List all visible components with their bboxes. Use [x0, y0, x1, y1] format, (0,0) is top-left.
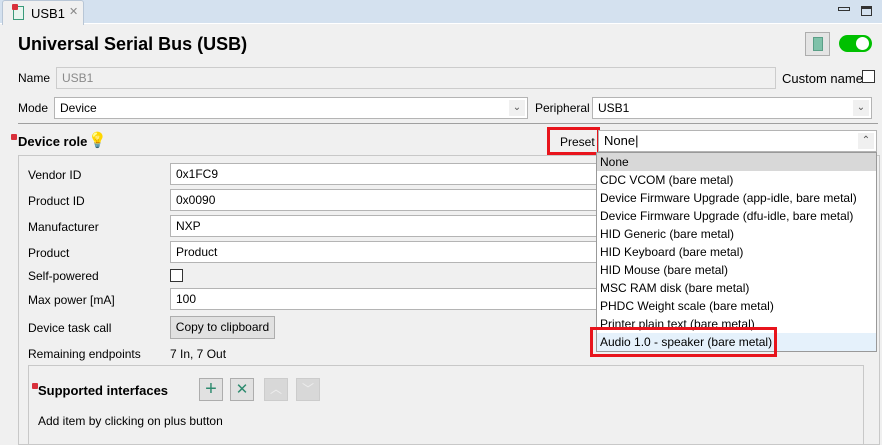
error-icon — [11, 134, 17, 140]
chevron-down-icon: ﹀ — [301, 382, 314, 396]
chevron-up-icon: ︿ — [269, 382, 282, 396]
enable-toggle[interactable] — [839, 35, 872, 52]
divider — [18, 123, 878, 124]
chevron-down-icon: ⌄ — [853, 100, 869, 116]
preset-option[interactable]: HID Keyboard (bare metal) — [597, 243, 876, 261]
name-input[interactable]: USB1 — [56, 67, 776, 89]
preset-option[interactable]: None — [597, 153, 876, 171]
device-role-label: Device role — [18, 134, 88, 149]
move-up-button: ︿ — [264, 378, 288, 401]
interfaces-hint: Add item by clicking on plus button — [38, 414, 223, 428]
mode-select[interactable]: Device ⌄ — [54, 97, 528, 119]
remaining-endpoints-label: Remaining endpoints — [28, 347, 141, 361]
peripheral-label: Peripheral — [535, 101, 590, 115]
manufacturer-input[interactable]: NXP — [170, 215, 610, 237]
preset-option[interactable]: HID Mouse (bare metal) — [597, 261, 876, 279]
preset-label: Preset — [560, 135, 595, 149]
remaining-endpoints-value: 7 In, 7 Out — [170, 347, 227, 361]
preset-value: None — [604, 133, 636, 148]
remove-icon: ✕ — [235, 381, 249, 398]
mode-label: Mode — [18, 101, 49, 115]
preset-option[interactable]: CDC VCOM (bare metal) — [597, 171, 876, 189]
custom-name-label: Custom name — [782, 71, 863, 86]
minimize-icon[interactable] — [838, 7, 850, 11]
supported-interfaces-panel — [28, 365, 864, 445]
highlight-box — [590, 327, 777, 357]
add-interface-button[interactable]: + — [199, 378, 223, 401]
product-id-input[interactable]: 0x0090 — [170, 189, 610, 211]
tab-usb1[interactable]: USB1 ✕ — [2, 0, 84, 25]
preset-combo[interactable]: None| ⌃ — [598, 130, 877, 152]
plus-icon: + — [205, 378, 217, 400]
chevron-down-icon: ⌄ — [509, 100, 525, 116]
supported-interfaces-label: Supported interfaces — [38, 383, 169, 398]
preset-option[interactable]: Device Firmware Upgrade (dfu-idle, bare … — [597, 207, 876, 225]
preset-option[interactable]: HID Generic (bare metal) — [597, 225, 876, 243]
preset-option[interactable]: MSC RAM disk (bare metal) — [597, 279, 876, 297]
mode-value: Device — [60, 101, 97, 115]
editor-tab-bar: USB1 ✕ — [0, 0, 882, 25]
lightbulb-icon[interactable]: 💡 — [88, 131, 107, 149]
custom-name-checkbox[interactable] — [862, 70, 875, 83]
close-icon[interactable]: ✕ — [69, 5, 78, 18]
document-icon — [813, 37, 823, 51]
max-power-input[interactable]: 100 — [170, 288, 610, 310]
product-label: Product — [28, 246, 70, 260]
manufacturer-label: Manufacturer — [28, 220, 99, 234]
tab-label: USB1 — [31, 6, 65, 21]
documentation-button[interactable] — [805, 32, 830, 56]
max-power-label: Max power [mA] — [28, 293, 115, 307]
product-id-label: Product ID — [28, 194, 85, 208]
preset-option[interactable]: PHDC Weight scale (bare metal) — [597, 297, 876, 315]
preset-option[interactable]: Device Firmware Upgrade (app-idle, bare … — [597, 189, 876, 207]
vendor-id-input[interactable]: 0x1FC9 — [170, 163, 610, 185]
peripheral-value: USB1 — [598, 101, 630, 115]
self-powered-label: Self-powered — [28, 269, 99, 283]
copy-to-clipboard-button[interactable]: Copy to clipboard — [170, 316, 275, 339]
vendor-id-label: Vendor ID — [28, 168, 82, 182]
chevron-up-icon: ⌃ — [858, 133, 874, 149]
error-icon — [12, 4, 18, 10]
remove-interface-button[interactable]: ✕ — [230, 378, 254, 401]
device-task-call-label: Device task call — [28, 321, 112, 335]
peripheral-select[interactable]: USB1 ⌄ — [592, 97, 872, 119]
preset-button[interactable]: Preset — [547, 127, 600, 155]
name-label: Name — [18, 71, 51, 85]
product-input[interactable]: Product — [170, 241, 610, 263]
maximize-icon[interactable] — [861, 6, 872, 16]
page-title: Universal Serial Bus (USB) — [18, 34, 248, 54]
self-powered-checkbox[interactable] — [170, 269, 183, 282]
preset-dropdown-list: None CDC VCOM (bare metal) Device Firmwa… — [596, 152, 877, 352]
move-down-button: ﹀ — [296, 378, 320, 401]
